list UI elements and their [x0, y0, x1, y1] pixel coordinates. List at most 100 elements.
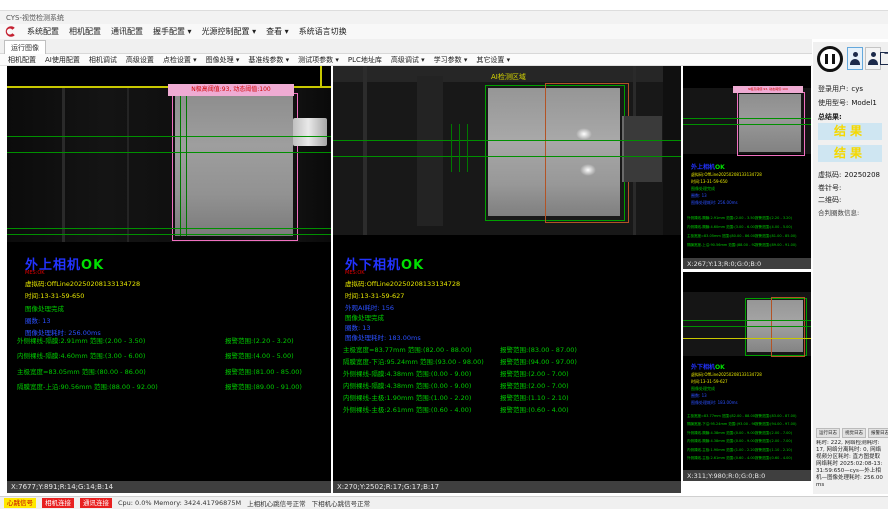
heartbeat-badge: 心跳信号	[4, 498, 36, 508]
turn-count: 圈数: 13	[25, 315, 51, 325]
menu-item[interactable]: 系统配置	[27, 26, 59, 37]
measurement-row: 外侧裸线-隔膜:4.38mm 范围:(0.00 - 9.00) 报警范围:(2.…	[343, 367, 679, 379]
measurement-value: 外侧裸线-隔膜:4.38mm 范围:(0.00 - 9.00)	[687, 431, 755, 436]
menu-item[interactable]: 相机配置	[69, 26, 101, 37]
menu-item[interactable]: 握手配置 ▾	[153, 26, 192, 37]
menu-item[interactable]: 光源控制配置 ▾	[202, 26, 257, 37]
toolbar-item[interactable]: 其它设置 ▾	[476, 55, 510, 65]
baseline-green-vertical	[459, 124, 460, 172]
toolbar-item[interactable]: 点检设置 ▾	[163, 55, 197, 65]
baseline-green-vertical	[180, 96, 181, 236]
measurement-list-left: 外侧裸线-隔膜:2.91mm 范围:(2.00 - 3.50) 报警范围:(2.…	[17, 332, 329, 394]
baseline-green	[7, 234, 331, 235]
measurement-alarm-range: 报警范围:(0.60 - 4.00)	[500, 404, 679, 414]
baseline-green	[683, 118, 811, 119]
cpu-memory-readout: Cpu: 0.0% Memory: 3424.41796875M	[118, 499, 241, 507]
baseline-green	[7, 152, 331, 153]
toolbar-item[interactable]: 图像处理 ▾	[206, 55, 240, 65]
camera-image-small-top	[683, 88, 811, 154]
app-logo-icon	[4, 25, 17, 38]
login-user-label: 登录用户:	[818, 85, 848, 93]
toolbar-item[interactable]: 相机配置	[8, 55, 36, 65]
baseline-green	[683, 124, 811, 125]
baseline-green-vertical	[451, 124, 452, 172]
toolbar-item[interactable]: PLC地址库	[348, 55, 382, 65]
log-tab[interactable]: 报警日志	[868, 428, 888, 438]
measurement-alarm-range: 报警范围:(2.00 - 7.00)	[500, 368, 679, 378]
toolbar-item[interactable]: 高级设置	[126, 55, 154, 65]
process-status: 图像处理完成	[345, 312, 384, 322]
pixel-coords: X:7677;Y:891;R:14;G:14;B:14	[11, 483, 113, 491]
measurement-value: 隔膜宽度-上沿:90.56mm 范围:(88.00 - 92.00)	[17, 381, 225, 391]
machine-edge	[62, 88, 65, 242]
measurement-row: 隔膜宽度-上沿:90.56mm 范围:(88.00 - 92.00) 报警范围:…	[17, 379, 329, 395]
process-status-mini: 图像处理完成	[691, 186, 715, 192]
connector-part	[622, 116, 662, 182]
measurement-alarm-range: 报警范围:(2.20 - 3.20)	[755, 216, 810, 221]
camera-view-middle[interactable]: AI检测区域 外下相机OK MES:OK 虚拟码:OffLine20250208…	[333, 66, 681, 481]
tab-run-image[interactable]: 运行图像	[4, 40, 46, 54]
process-status: 图像处理完成	[25, 303, 64, 313]
measurement-value: 内侧裸线-隔膜:4.38mm 范围:(0.00 - 9.00)	[343, 380, 500, 390]
barcode-line-mini: 虚拟码:OffLine20250208133134728	[691, 372, 762, 378]
toolbar-item[interactable]: 高级调试 ▾	[391, 55, 425, 65]
log-tabs: 运行日志视觉日志报警日志	[816, 428, 888, 438]
menu-item[interactable]: 查看 ▾	[266, 26, 289, 37]
toolbar-item[interactable]: 基准线参数 ▾	[248, 55, 289, 65]
camera-connection-badge: 相机连接	[42, 498, 74, 508]
measurement-alarm-range: 报警范围:(4.00 - 5.00)	[225, 350, 329, 360]
switch-user-button[interactable]	[865, 47, 881, 70]
process-status-mini: 图像处理完成	[691, 386, 715, 392]
toolbar-item[interactable]: 相机调试	[89, 55, 117, 65]
measurement-alarm-range: 报警范围:(2.00 - 7.00)	[755, 431, 810, 436]
pause-button[interactable]	[817, 46, 843, 72]
toolbar-item[interactable]: AI使用配置	[45, 55, 80, 65]
threshold-overlay-label-mini: N极高阈值:93, 动态阈值:100	[733, 86, 803, 93]
measurement-row: 外侧裸线-隔膜:2.91mm 范围:(2.00 - 3.50) 报警范围:(2.…	[687, 214, 810, 223]
barcode-line: 虚拟码:OffLine20250208133134728	[345, 278, 460, 288]
measurement-row: 主极宽度=83.77mm 范围:(82.00 - 88.00) 报警范围:(83…	[687, 412, 810, 421]
toolbar-item[interactable]: 测试项参数 ▾	[298, 55, 339, 65]
titlebar: CYS-视觉检测系统	[0, 10, 888, 24]
baseline-green	[7, 136, 331, 137]
menu-item[interactable]: 通讯配置	[111, 26, 143, 37]
log-text: 耗时: 222, 网络检测耗时: 17, 网络分离耗时: 0, 网络视频分区耗时…	[816, 440, 884, 494]
measurement-row: 主极宽度=83.05mm 范围:(80.00 - 86.00) 报警范围:(81…	[17, 363, 329, 379]
measurement-value: 外侧裸线-隔膜:4.38mm 范围:(0.00 - 9.00)	[343, 368, 500, 378]
baseline-yellow	[683, 338, 811, 339]
login-user-field: 登录用户:cys	[818, 84, 863, 94]
measurement-row: 内侧裸线-隔膜:4.60mm 范围:(3.00 - 6.00) 报警范围:(4.…	[687, 223, 810, 232]
measurement-alarm-range: 报警范围:(94.00 - 97.00)	[500, 356, 679, 366]
measurement-value: 内侧裸线-主极:1.90mm 范围:(1.00 - 2.20)	[687, 448, 755, 453]
exit-button[interactable]: →	[880, 47, 888, 70]
camera-view-small-bottom[interactable]: 外下相机OK 虚拟码:OffLine20250208133134728 时间:1…	[683, 272, 811, 470]
measurement-row: 外侧裸线-主极:2.61mm 范围:(0.60 - 4.00) 报警范围:(0.…	[343, 403, 679, 415]
measurement-row: 主极宽度=83.05mm 范围:(80.00 - 86.00) 报警范围:(81…	[687, 232, 810, 241]
side-panel: → 登录用户:cys 使用型号:Model1 总结果: 结果 结果 虚拟码:20…	[813, 42, 888, 494]
log-tab[interactable]: 运行日志	[816, 428, 840, 438]
status-bar: 心跳信号 相机连接 通讯连接 Cpu: 0.0% Memory: 3424.41…	[0, 496, 888, 509]
camera-view-small-top[interactable]: N极高阈值:93, 动态阈值:100 外上相机OK 虚拟码:OffLine202…	[683, 66, 811, 258]
measurement-alarm-range: 报警范围:(0.60 - 4.00)	[755, 456, 810, 461]
measurement-row: 主极宽度=83.77mm 范围:(82.00 - 88.00) 报警范围:(83…	[343, 343, 679, 355]
camera-image-small-bottom	[683, 292, 811, 356]
virtual-code-value: 20250208	[844, 171, 880, 179]
pass-turn-info-label: 合判圈数信息:	[818, 207, 859, 217]
camera-view-left[interactable]: N极高阈值:93, 动态阈值:100 外上相机OK MES:OK 虚拟码:Off…	[7, 66, 331, 481]
measurement-row: 内侧裸线-隔膜:4.38mm 范围:(0.00 - 9.00) 报警范围:(2.…	[687, 438, 810, 447]
measurement-alarm-range: 报警范围:(2.20 - 3.20)	[225, 335, 329, 345]
baseline-green	[333, 156, 681, 157]
login-user-button[interactable]	[847, 47, 863, 70]
measurement-value: 内侧裸线-隔膜:4.60mm 范围:(3.00 - 6.00)	[687, 225, 755, 230]
measurement-row: 外侧裸线-主极:2.61mm 范围:(0.60 - 4.00) 报警范围:(0.…	[687, 455, 810, 464]
overlay-yellow-vline	[320, 66, 322, 88]
machine-edge	[663, 66, 681, 235]
menu-bar: 系统配置相机配置通讯配置握手配置 ▾ 光源控制配置 ▾ 查看 ▾ 系统语言切换	[0, 24, 888, 39]
menu-item[interactable]: 系统语言切换	[299, 26, 347, 37]
measurement-list-middle: 主极宽度=83.77mm 范围:(82.00 - 88.00) 报警范围:(83…	[343, 343, 679, 415]
toolbar-item[interactable]: 学习参数 ▾	[434, 55, 468, 65]
reflection-glow	[576, 128, 592, 140]
log-tab[interactable]: 视觉日志	[842, 428, 866, 438]
measurement-value: 外侧裸线-隔膜:2.91mm 范围:(2.00 - 3.50)	[687, 216, 755, 221]
camera-result: OK	[715, 164, 725, 171]
